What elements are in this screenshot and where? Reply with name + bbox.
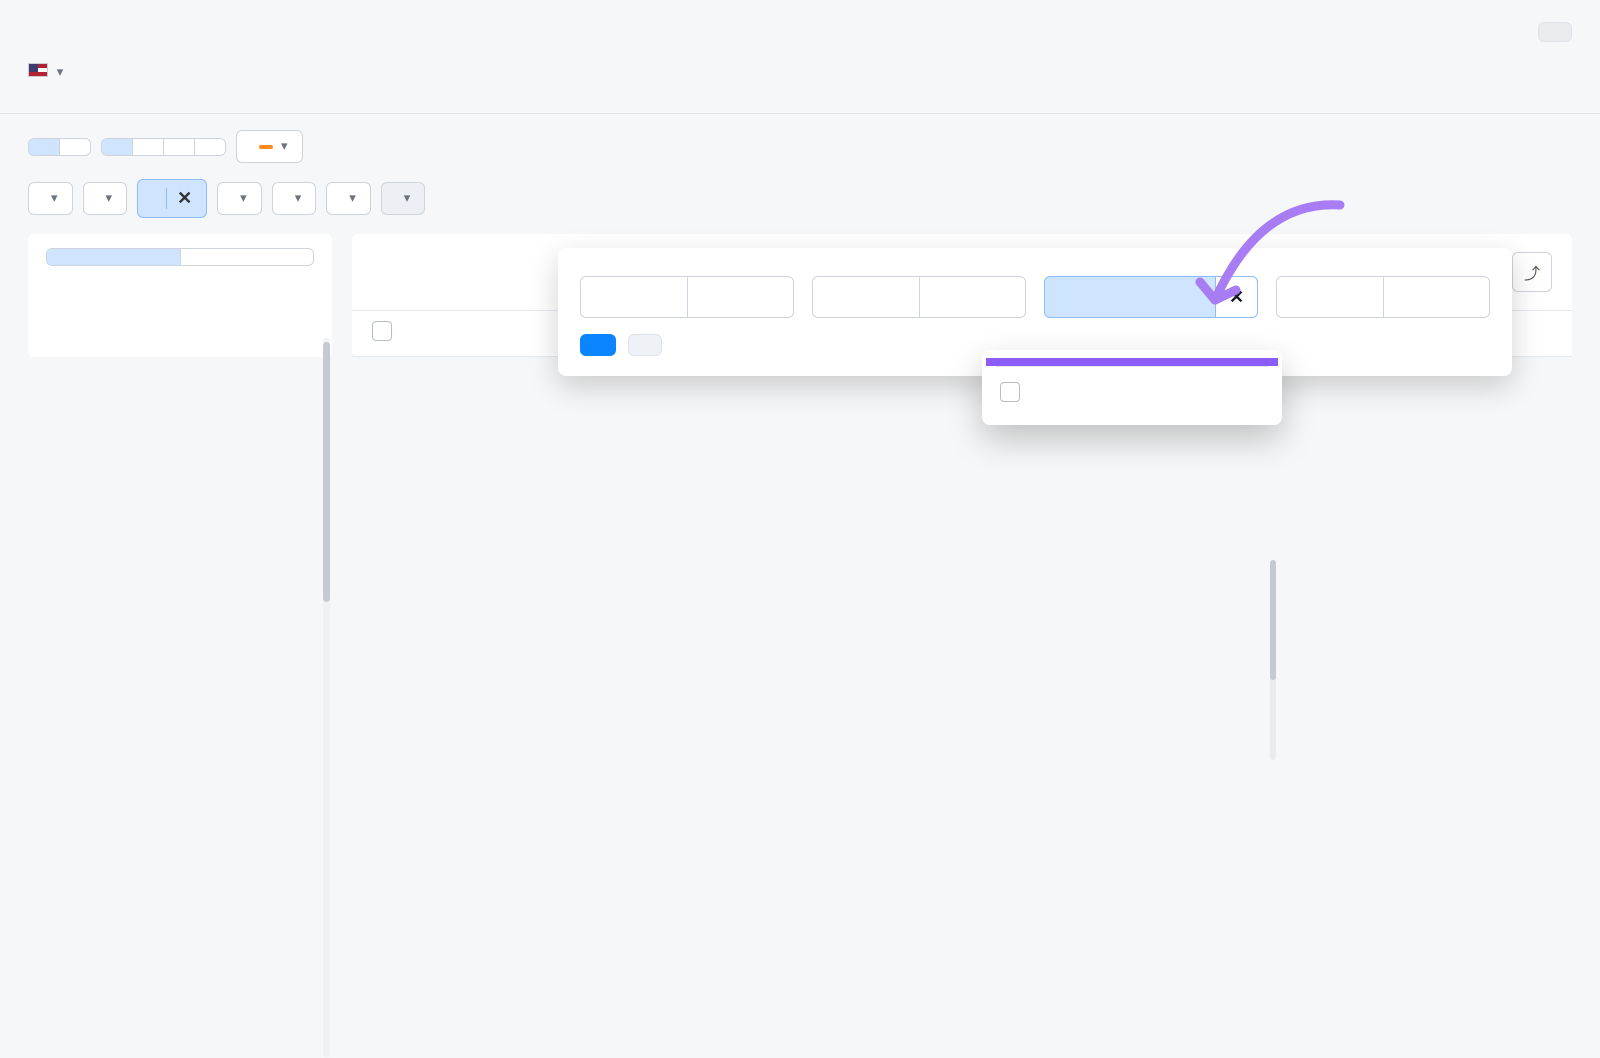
tab-all[interactable] <box>29 139 60 155</box>
tab-related[interactable] <box>195 139 225 155</box>
tab-exact-match[interactable] <box>164 139 195 155</box>
sidebar <box>28 234 332 357</box>
cpc-filter[interactable]: ▾ <box>217 182 262 215</box>
apply-button[interactable] <box>580 334 616 356</box>
sort-by-volume[interactable] <box>181 249 314 265</box>
tab-phrase-match[interactable] <box>133 139 164 155</box>
word-count-from[interactable] <box>580 276 687 318</box>
advanced-filters-pill[interactable]: ▾ <box>381 182 426 215</box>
clear-intent-icon[interactable]: ✕ <box>166 188 192 209</box>
comp-density-to[interactable] <box>919 276 1026 318</box>
keyword-type-tabs <box>28 138 91 156</box>
dropdown-scrollbar[interactable] <box>1270 560 1276 760</box>
chevron-down-icon: ▾ <box>281 139 288 154</box>
match-type-tabs <box>101 138 226 156</box>
sidebar-scrollbar[interactable] <box>323 338 330 1058</box>
exclude-keywords-filter[interactable]: ▾ <box>326 182 371 215</box>
view-search-history-button[interactable] <box>1538 22 1572 42</box>
languages-pill[interactable]: ▾ <box>236 130 303 163</box>
include-keywords-filter[interactable]: ▾ <box>272 182 317 215</box>
tab-broad-match[interactable] <box>102 139 133 155</box>
export-button[interactable]: ⤴ <box>1512 252 1552 292</box>
annotation-arrow-icon <box>1190 190 1370 330</box>
results-to[interactable] <box>1383 276 1490 318</box>
export-icon: ⤴ <box>1524 260 1540 284</box>
select-all-checkbox[interactable] <box>372 321 392 341</box>
tab-questions[interactable] <box>60 139 90 155</box>
database-selector[interactable]: ▾ <box>28 58 63 81</box>
beta-badge <box>259 145 273 149</box>
us-flag-icon <box>28 63 48 77</box>
volume-filter[interactable]: ▾ <box>28 182 73 215</box>
page-title <box>28 28 34 36</box>
serp-features-dropdown <box>982 350 1282 425</box>
word-count-to[interactable] <box>687 276 794 318</box>
intent-filter-active[interactable]: ✕ <box>137 179 207 218</box>
kd-filter[interactable]: ▾ <box>83 182 128 215</box>
clear-all-button[interactable] <box>628 334 662 356</box>
serp-option-none[interactable] <box>982 373 1282 411</box>
sort-by-number[interactable] <box>47 249 181 265</box>
comp-density-from[interactable] <box>812 276 919 318</box>
